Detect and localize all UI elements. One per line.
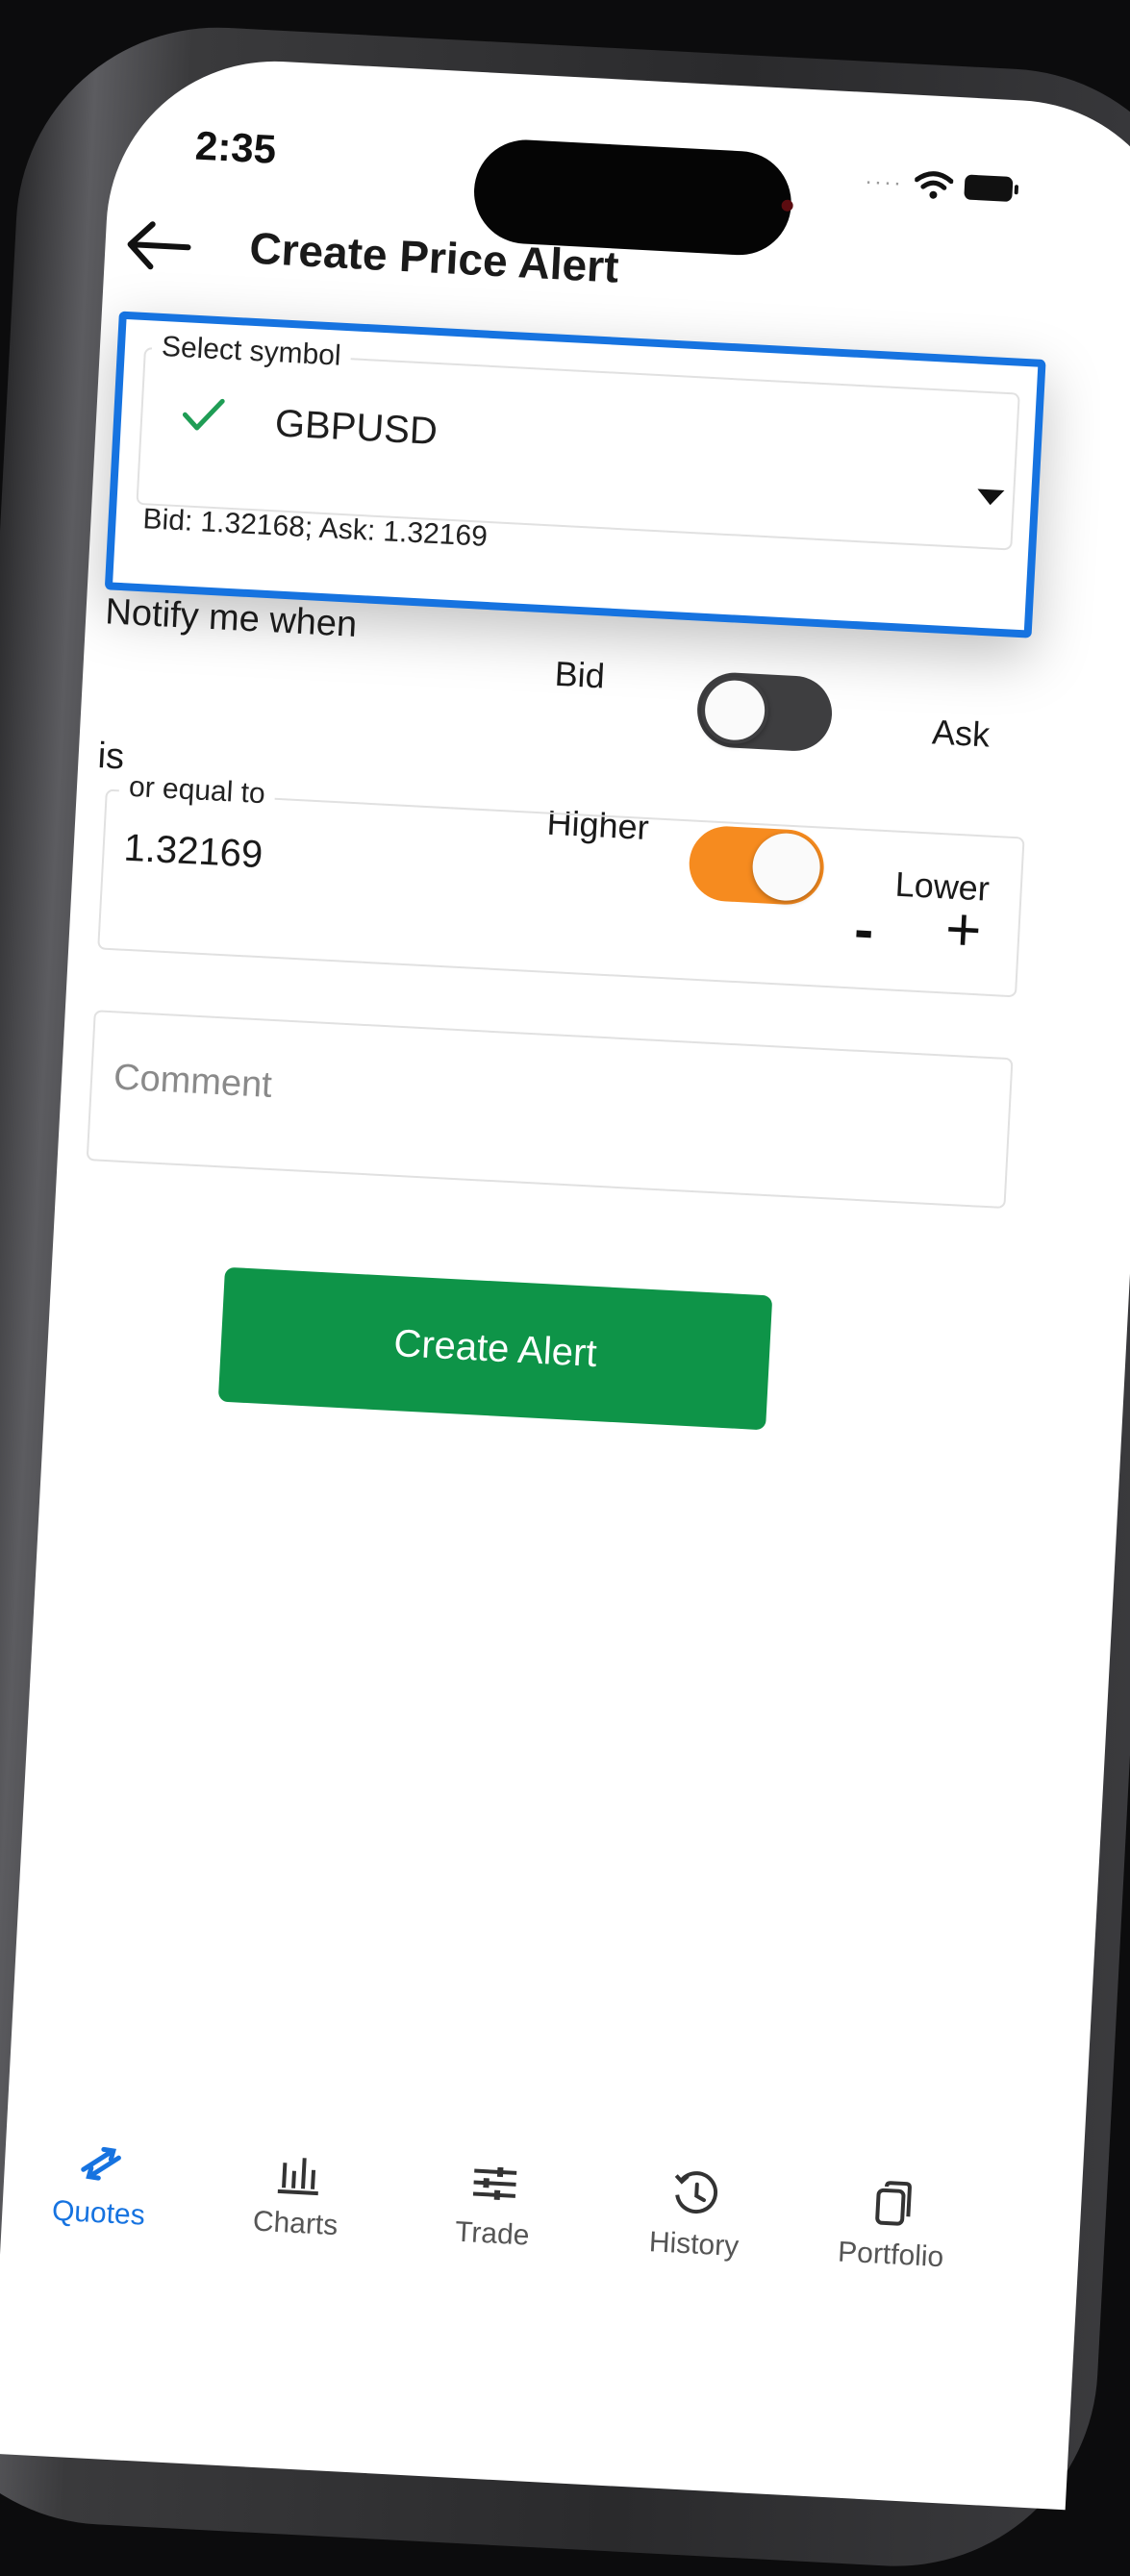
tab-quotes[interactable]: Quotes xyxy=(21,2118,181,2234)
back-arrow-icon[interactable] xyxy=(121,215,193,277)
comment-placeholder: Comment xyxy=(113,1057,273,1106)
increment-button[interactable]: + xyxy=(943,892,983,965)
quotes-icon xyxy=(81,2146,121,2181)
tab-label: Trade xyxy=(454,2215,531,2252)
tab-trade[interactable]: Trade xyxy=(414,2139,574,2255)
bid-label: Bid xyxy=(553,653,606,696)
comment-field-box xyxy=(86,1010,1014,1210)
create-alert-button[interactable]: Create Alert xyxy=(217,1266,773,1431)
status-icons: ···· xyxy=(864,167,1014,204)
phone-screen: 2:35 ···· Create Price Alert Select symb… xyxy=(0,53,1130,2511)
status-time: 2:35 xyxy=(193,122,278,172)
tab-charts[interactable]: Charts xyxy=(217,2129,377,2244)
camera-lens xyxy=(781,199,793,213)
bottom-tab-bar: Quotes Charts Trade History Portfolio xyxy=(0,2117,1083,2365)
signal-icon: ···· xyxy=(864,167,904,197)
tab-label: History xyxy=(648,2226,741,2263)
symbol-value: GBPUSD xyxy=(273,402,439,454)
ask-label: Ask xyxy=(931,712,992,755)
tab-label: Charts xyxy=(252,2205,339,2242)
tab-history[interactable]: History xyxy=(616,2150,776,2265)
history-icon xyxy=(674,2171,718,2214)
decrement-button[interactable]: - xyxy=(853,896,876,963)
tab-portfolio[interactable]: Portfolio xyxy=(813,2160,972,2275)
price-value[interactable]: 1.32169 xyxy=(123,827,264,878)
tab-label: Portfolio xyxy=(837,2236,945,2274)
wifi-icon xyxy=(914,171,954,199)
symbol-selector[interactable]: Select symbol GBPUSD Bid: 1.32168; Ask: … xyxy=(104,311,1046,638)
dropdown-caret-icon[interactable] xyxy=(976,488,1005,506)
price-field-box xyxy=(97,788,1025,998)
check-icon xyxy=(182,398,225,431)
comment-input[interactable]: Comment xyxy=(86,1010,1014,1210)
price-field[interactable]: or equal to 1.32169 - + xyxy=(97,770,1025,998)
toggle-knob xyxy=(699,674,770,746)
battery-icon xyxy=(964,174,1014,202)
trade-icon xyxy=(472,2166,517,2200)
bid-ask-toggle[interactable] xyxy=(695,670,835,753)
tab-label: Quotes xyxy=(51,2194,146,2232)
portfolio-icon xyxy=(875,2181,912,2226)
charts-icon xyxy=(277,2158,318,2196)
